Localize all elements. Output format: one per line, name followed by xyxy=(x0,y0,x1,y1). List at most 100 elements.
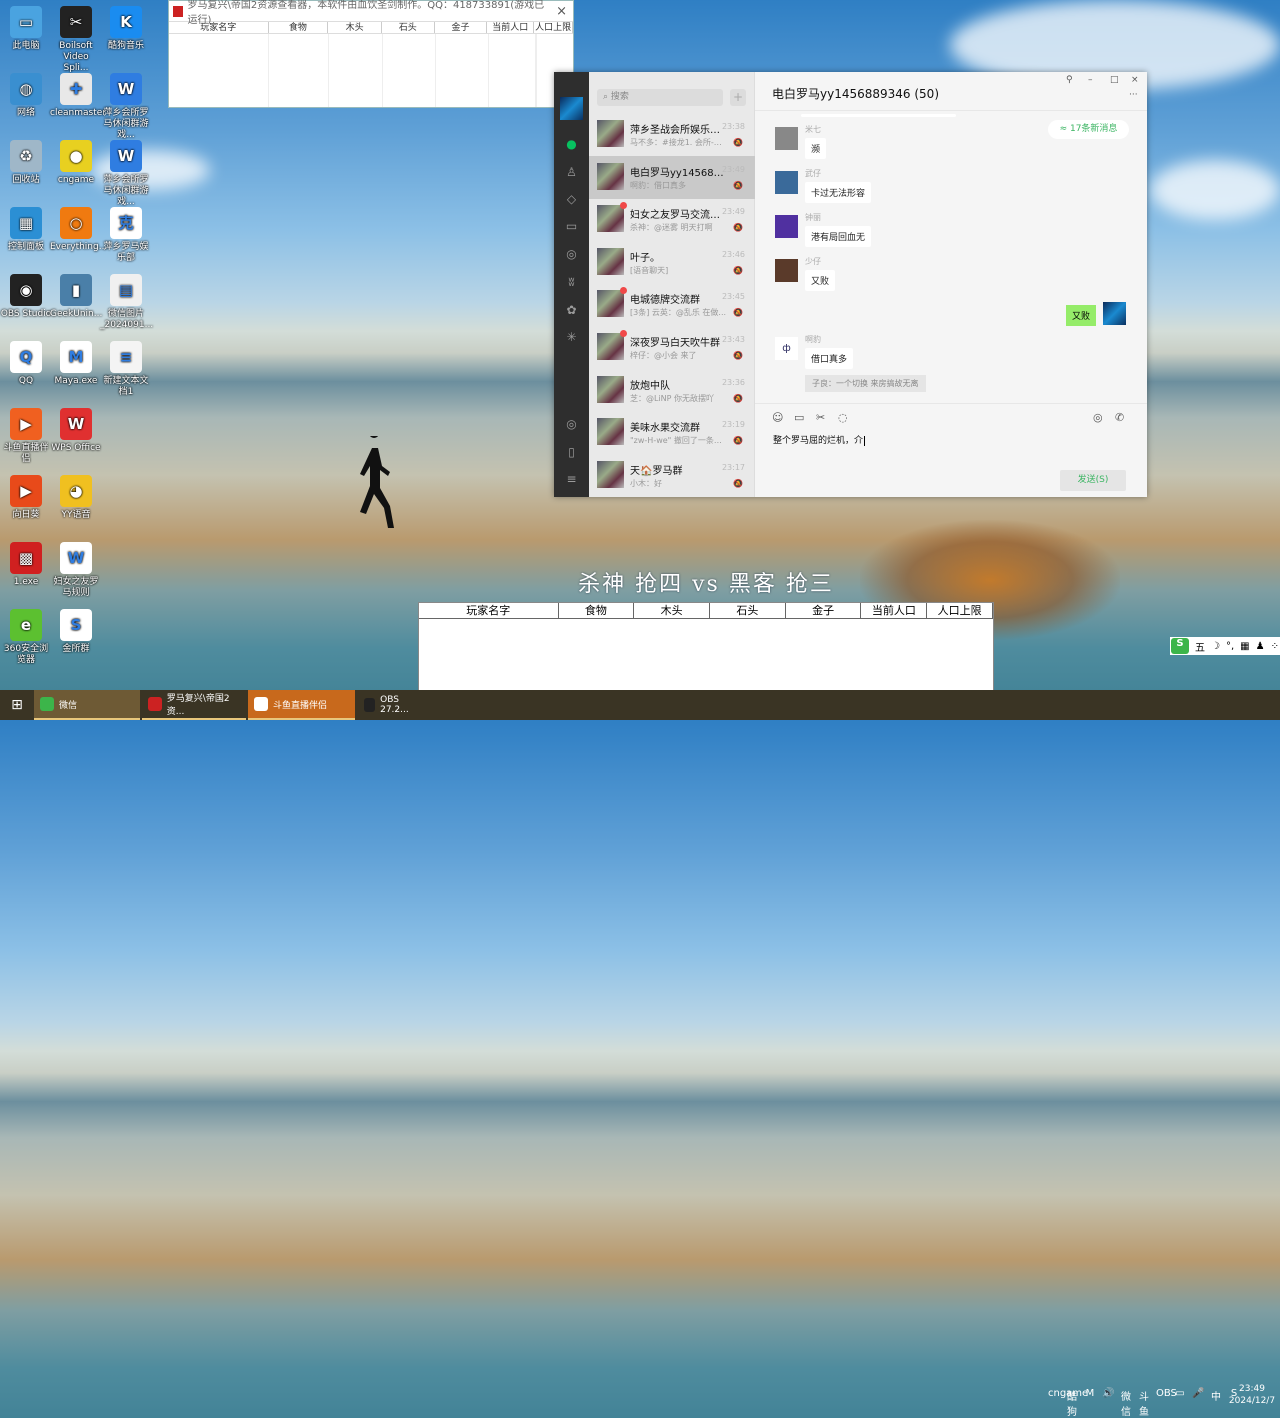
column-header[interactable]: 石头 xyxy=(382,22,435,33)
column-header[interactable]: 木头 xyxy=(328,22,382,33)
desktop-icon[interactable]: Q QQ xyxy=(0,341,52,387)
search-input[interactable]: ⌕ 搜索 xyxy=(597,89,723,106)
desktop-icon[interactable]: ✂ Boilsoft Video Spli... xyxy=(50,6,102,74)
taskbar-item[interactable]: 罗马复兴\帝国2资... xyxy=(142,690,246,720)
chat-icon[interactable]: ● xyxy=(564,137,579,152)
start-button[interactable]: ⊞ xyxy=(0,690,34,720)
menu-icon[interactable]: ≡ xyxy=(564,472,579,487)
chat-name: 叶子。 xyxy=(630,252,660,264)
chat-list-item[interactable]: 电城德牌交流群 23:45 [3条] 云英：@乱乐 在做... 🔕 xyxy=(589,283,755,326)
chat-list-item[interactable]: 电白罗马yy1456889...23:49 啊豹：借口真多 🔕 xyxy=(589,155,755,199)
message-input[interactable]: 整个罗马屈的烂机，介 xyxy=(773,433,1133,463)
taskbar-item[interactable]: 微信 xyxy=(34,690,140,720)
desktop-icon[interactable]: ◉ OBS Studio xyxy=(0,274,52,320)
pin-button[interactable]: ⚲ xyxy=(1066,75,1073,85)
desktop-icon[interactable]: ▶ 向日葵 xyxy=(0,475,52,521)
halfwidth-icon[interactable]: ☽ xyxy=(1211,641,1220,652)
ime-toolbar[interactable]: S 五 ☽ °, ▦ ♟ ⁘ xyxy=(1170,637,1280,655)
miniprogram-icon[interactable]: ✿ xyxy=(564,303,579,318)
chat-list-item[interactable]: 妇女之友罗马交流群... 23:49 杀神：@迷雾 明天打啊 🔕 xyxy=(589,198,755,241)
mini-apps-icon[interactable]: ◎ xyxy=(564,417,579,432)
tray-icon[interactable]: 酷狗 xyxy=(1066,1388,1078,1418)
keyboard-icon[interactable]: ▦ xyxy=(1240,641,1249,652)
phone-icon[interactable]: ▯ xyxy=(564,445,579,460)
desktop-icon[interactable]: ▶ 斗鱼直播伴侣 xyxy=(0,408,52,465)
desktop-icon[interactable]: ▦ 控制面板 xyxy=(0,207,52,253)
chat-list-item[interactable]: 叶子。 23:46 [语音聊天] 🔕 xyxy=(589,241,755,284)
more-button[interactable]: ··· xyxy=(1129,90,1138,100)
desktop-icon[interactable]: ≡ 新建文本文档1 xyxy=(100,341,152,398)
taskbar-item[interactable]: OBS 27.2... xyxy=(358,690,420,720)
close-button[interactable]: × xyxy=(1131,75,1139,85)
app-icon: 克 xyxy=(110,207,142,239)
desktop-icon[interactable]: W 萍乡会所罗马休闲群游戏... xyxy=(100,73,152,141)
live-icon[interactable]: ◎ xyxy=(1093,411,1103,424)
emoji-icon[interactable]: ☺ xyxy=(772,411,783,424)
folder-icon[interactable]: ▭ xyxy=(564,219,579,234)
desktop-icon[interactable]: e 360安全浏览器 xyxy=(0,609,52,666)
tray-icon[interactable]: cngame xyxy=(1048,1388,1088,1418)
column-header[interactable]: 食物 xyxy=(269,22,329,33)
desktop-icon[interactable]: ▮ GeekUnin... xyxy=(50,274,102,320)
screenshot-icon[interactable]: ✂ xyxy=(816,411,825,424)
clock[interactable]: 23:49 2024/12/7 xyxy=(1228,1383,1276,1407)
user-avatar[interactable] xyxy=(560,97,583,120)
tray-icon[interactable]: 中 xyxy=(1210,1388,1222,1418)
desktop-icon[interactable]: W 妇女之友罗马规则 xyxy=(50,542,102,599)
desktop-icon[interactable]: ○ Everything... xyxy=(50,207,107,253)
favorites-icon[interactable]: ◇ xyxy=(564,192,579,207)
call-icon[interactable]: ✆ xyxy=(1115,411,1124,424)
tray-icon[interactable]: 微信 xyxy=(1120,1388,1132,1418)
desktop-icon[interactable]: ◍ 网络 xyxy=(0,73,52,119)
tray-icon[interactable]: 🎤 xyxy=(1192,1388,1204,1418)
desktop-icon[interactable]: W 萍乡会所罗马休闲群游戏... xyxy=(100,140,152,208)
column-header[interactable]: 玩家名字 xyxy=(169,22,269,33)
tray-icon[interactable]: M xyxy=(1084,1388,1096,1418)
toolbox-icon[interactable]: ⁘ xyxy=(1271,641,1279,652)
desktop-icon[interactable]: ● cngame xyxy=(50,140,102,186)
chat-list-item[interactable]: 萍乡圣战会所娱乐群... 23:38 马不多：#接龙1. 会所-马... 🔕 xyxy=(589,113,755,156)
tray-icon[interactable]: 斗鱼 xyxy=(1138,1388,1150,1418)
sogou-icon[interactable]: S xyxy=(1171,638,1189,654)
tray-icon[interactable]: ▭ xyxy=(1174,1388,1186,1418)
tray-icon[interactable]: 🔊 xyxy=(1102,1388,1114,1418)
scroll-indicator[interactable] xyxy=(801,114,956,117)
send-button[interactable]: 发送(S) xyxy=(1060,470,1126,491)
chat-list-item[interactable]: 深夜罗马白天吹牛群 23:43 梓仔：@小会 来了 🔕 xyxy=(589,326,755,369)
punctuation-icon[interactable]: °, xyxy=(1226,641,1234,652)
desktop-icon[interactable]: ✚ cleanmaster xyxy=(50,73,106,119)
desktop-icon[interactable]: 克萍乡罗马娱乐部 xyxy=(100,207,152,264)
desktop-icon[interactable]: W WPS Office xyxy=(50,408,102,454)
desktop-icon[interactable]: ▭ 此电脑 xyxy=(0,6,52,52)
close-button[interactable]: × xyxy=(550,4,573,19)
maximize-button[interactable]: □ xyxy=(1110,75,1119,85)
desktop-icon[interactable]: M Maya.exe xyxy=(50,341,102,387)
add-button[interactable]: + xyxy=(730,89,746,106)
taskbar-item[interactable]: 斗鱼直播伴侣 xyxy=(248,690,355,720)
desktop-icon[interactable]: K 酷狗音乐 xyxy=(100,6,152,52)
file-icon[interactable]: ▭ xyxy=(794,411,804,424)
quoted-message[interactable]: 子良：一个切换 来房搞故无离 xyxy=(805,375,926,392)
desktop-icon[interactable]: ▩ 1.exe xyxy=(0,542,52,588)
desktop-icon[interactable]: ▤ 微信图片_2024091... xyxy=(100,274,153,331)
tray-icon[interactable]: OBS xyxy=(1156,1388,1177,1418)
desktop-icon[interactable]: S 金所群 xyxy=(50,609,102,655)
column-header[interactable]: 金子 xyxy=(435,22,488,33)
chat-list-item[interactable]: 放炮中队 23:36 芝：@LiNP 你无敌摆吖 🔕 xyxy=(589,369,755,412)
channels-icon[interactable]: ʬ xyxy=(564,275,579,290)
desktop-icon[interactable]: ◕ YY语音 xyxy=(50,475,102,521)
column-header[interactable]: 人口上限 xyxy=(534,22,573,33)
title-bar[interactable]: 罗马复兴\帝国2资源查看器，本软件由血饮圣剑制作。QQ：418733891(游戏… xyxy=(169,0,573,26)
chat-list-item[interactable]: 美味水果交流群 23:19 "zw-H-we" 撤回了一条消... 🔕 xyxy=(589,411,755,454)
user-icon[interactable]: ♟ xyxy=(1256,641,1265,652)
column-header[interactable]: 当前人口 xyxy=(487,22,535,33)
moments-icon[interactable]: ◎ xyxy=(564,247,579,262)
new-messages-button[interactable]: ≈ 17条新消息 xyxy=(1048,120,1129,139)
ime-mode[interactable]: 五 xyxy=(1195,639,1205,654)
chat-list-item[interactable]: 天🏠罗马群 23:17 小木：好 🔕 xyxy=(589,454,755,497)
search-app-icon[interactable]: ✳ xyxy=(564,330,579,345)
minimize-button[interactable]: – xyxy=(1088,75,1093,85)
chat-history-icon[interactable]: ◌ xyxy=(838,411,848,424)
contacts-icon[interactable]: ♙ xyxy=(564,165,579,180)
desktop-icon[interactable]: ♻ 回收站 xyxy=(0,140,52,186)
